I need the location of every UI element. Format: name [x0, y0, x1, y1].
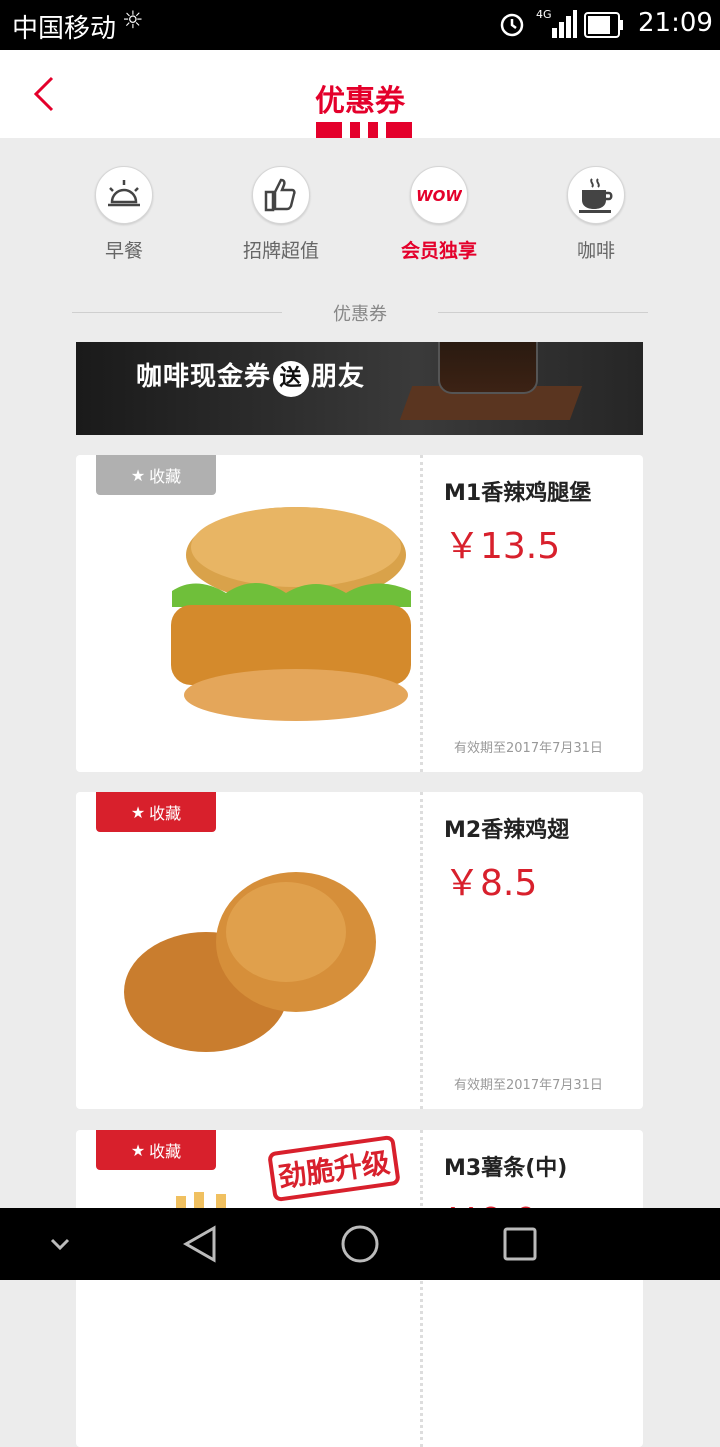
signal-icon: 4G	[536, 8, 578, 44]
thumbs-up-icon	[264, 178, 296, 212]
category-nav: 早餐 招牌超值 WOW 会员独享 咖啡	[0, 166, 720, 276]
category-breakfast[interactable]: 早餐	[64, 166, 184, 263]
status-bar: 中国移动 ☼ 4G 21:09	[0, 0, 720, 50]
network-label: 4G	[536, 8, 552, 21]
category-member-exclusive[interactable]: WOW 会员独享	[379, 166, 499, 263]
perforation	[420, 792, 423, 1109]
coupon-card[interactable]: ★ 收藏 M2香辣鸡翅 ￥8.5 有效期至2017年7月31日	[76, 792, 643, 1109]
collapse-icon[interactable]	[50, 1238, 70, 1251]
battery-icon	[584, 12, 624, 42]
category-signature-value[interactable]: 招牌超值	[221, 166, 341, 263]
coffee-cup-icon	[579, 178, 613, 213]
star-icon: ★	[130, 1140, 146, 1160]
category-label: 会员独享	[400, 240, 477, 262]
app-header: 优惠券	[0, 50, 720, 138]
system-nav-bar	[0, 1208, 720, 1280]
category-label: 咖啡	[576, 240, 615, 262]
brightness-icon: ☼	[122, 6, 144, 34]
favorite-button[interactable]: ★ 收藏	[96, 455, 216, 495]
coupon-name: M2香辣鸡翅	[444, 818, 570, 843]
coupon-name: M3薯条(中)	[444, 1156, 568, 1181]
star-icon: ★	[130, 465, 146, 485]
chicken-wings-image	[76, 792, 416, 1109]
burger-image	[76, 455, 416, 772]
carrier-name: 中国移动	[12, 14, 117, 44]
section-divider: 优惠券	[72, 300, 648, 326]
coupon-expiry: 有效期至2017年7月31日	[454, 1078, 603, 1093]
sunrise-icon	[108, 180, 140, 207]
alarm-icon	[498, 10, 526, 42]
fries-image: 劲脆升级	[76, 1130, 416, 1447]
perforation	[420, 1130, 423, 1447]
coupon-price: ￥13.5	[444, 526, 561, 567]
star-icon: ★	[130, 802, 146, 822]
category-coffee[interactable]: 咖啡	[536, 166, 656, 263]
home-icon[interactable]	[341, 1225, 379, 1263]
svg-text:WOW: WOW	[416, 187, 462, 205]
coupon-card[interactable]: 劲脆升级 ★收藏 M3薯条(中) ￥9.0	[76, 1130, 643, 1447]
page-title: 优惠券	[315, 84, 405, 119]
coupon-expiry: 有效期至2017年7月31日	[454, 741, 603, 756]
back-nav-icon[interactable]	[182, 1225, 216, 1263]
section-title: 优惠券	[333, 304, 387, 325]
coupon-card[interactable]: ★ 收藏 M1香辣鸡腿堡 ￥13.5 有效期至2017年7月31日	[76, 455, 643, 772]
favorite-button[interactable]: ★ 收藏	[96, 792, 216, 832]
brand-stripes	[316, 122, 412, 138]
wow-icon: WOW	[416, 187, 462, 205]
banner-text: 咖啡现金券送朋友	[136, 356, 365, 397]
coupon-price: ￥8.5	[444, 863, 538, 904]
coupon-name: M1香辣鸡腿堡	[444, 481, 592, 506]
promo-banner[interactable]: 咖啡现金券送朋友	[76, 342, 643, 435]
favorite-button[interactable]: ★ 收藏	[96, 1130, 216, 1170]
category-label: 招牌超值	[242, 240, 319, 262]
clock: 21:09	[638, 8, 713, 38]
perforation	[420, 455, 423, 772]
recents-icon[interactable]	[503, 1227, 537, 1261]
category-label: 早餐	[104, 240, 143, 262]
coffee-glass-image	[438, 342, 538, 394]
